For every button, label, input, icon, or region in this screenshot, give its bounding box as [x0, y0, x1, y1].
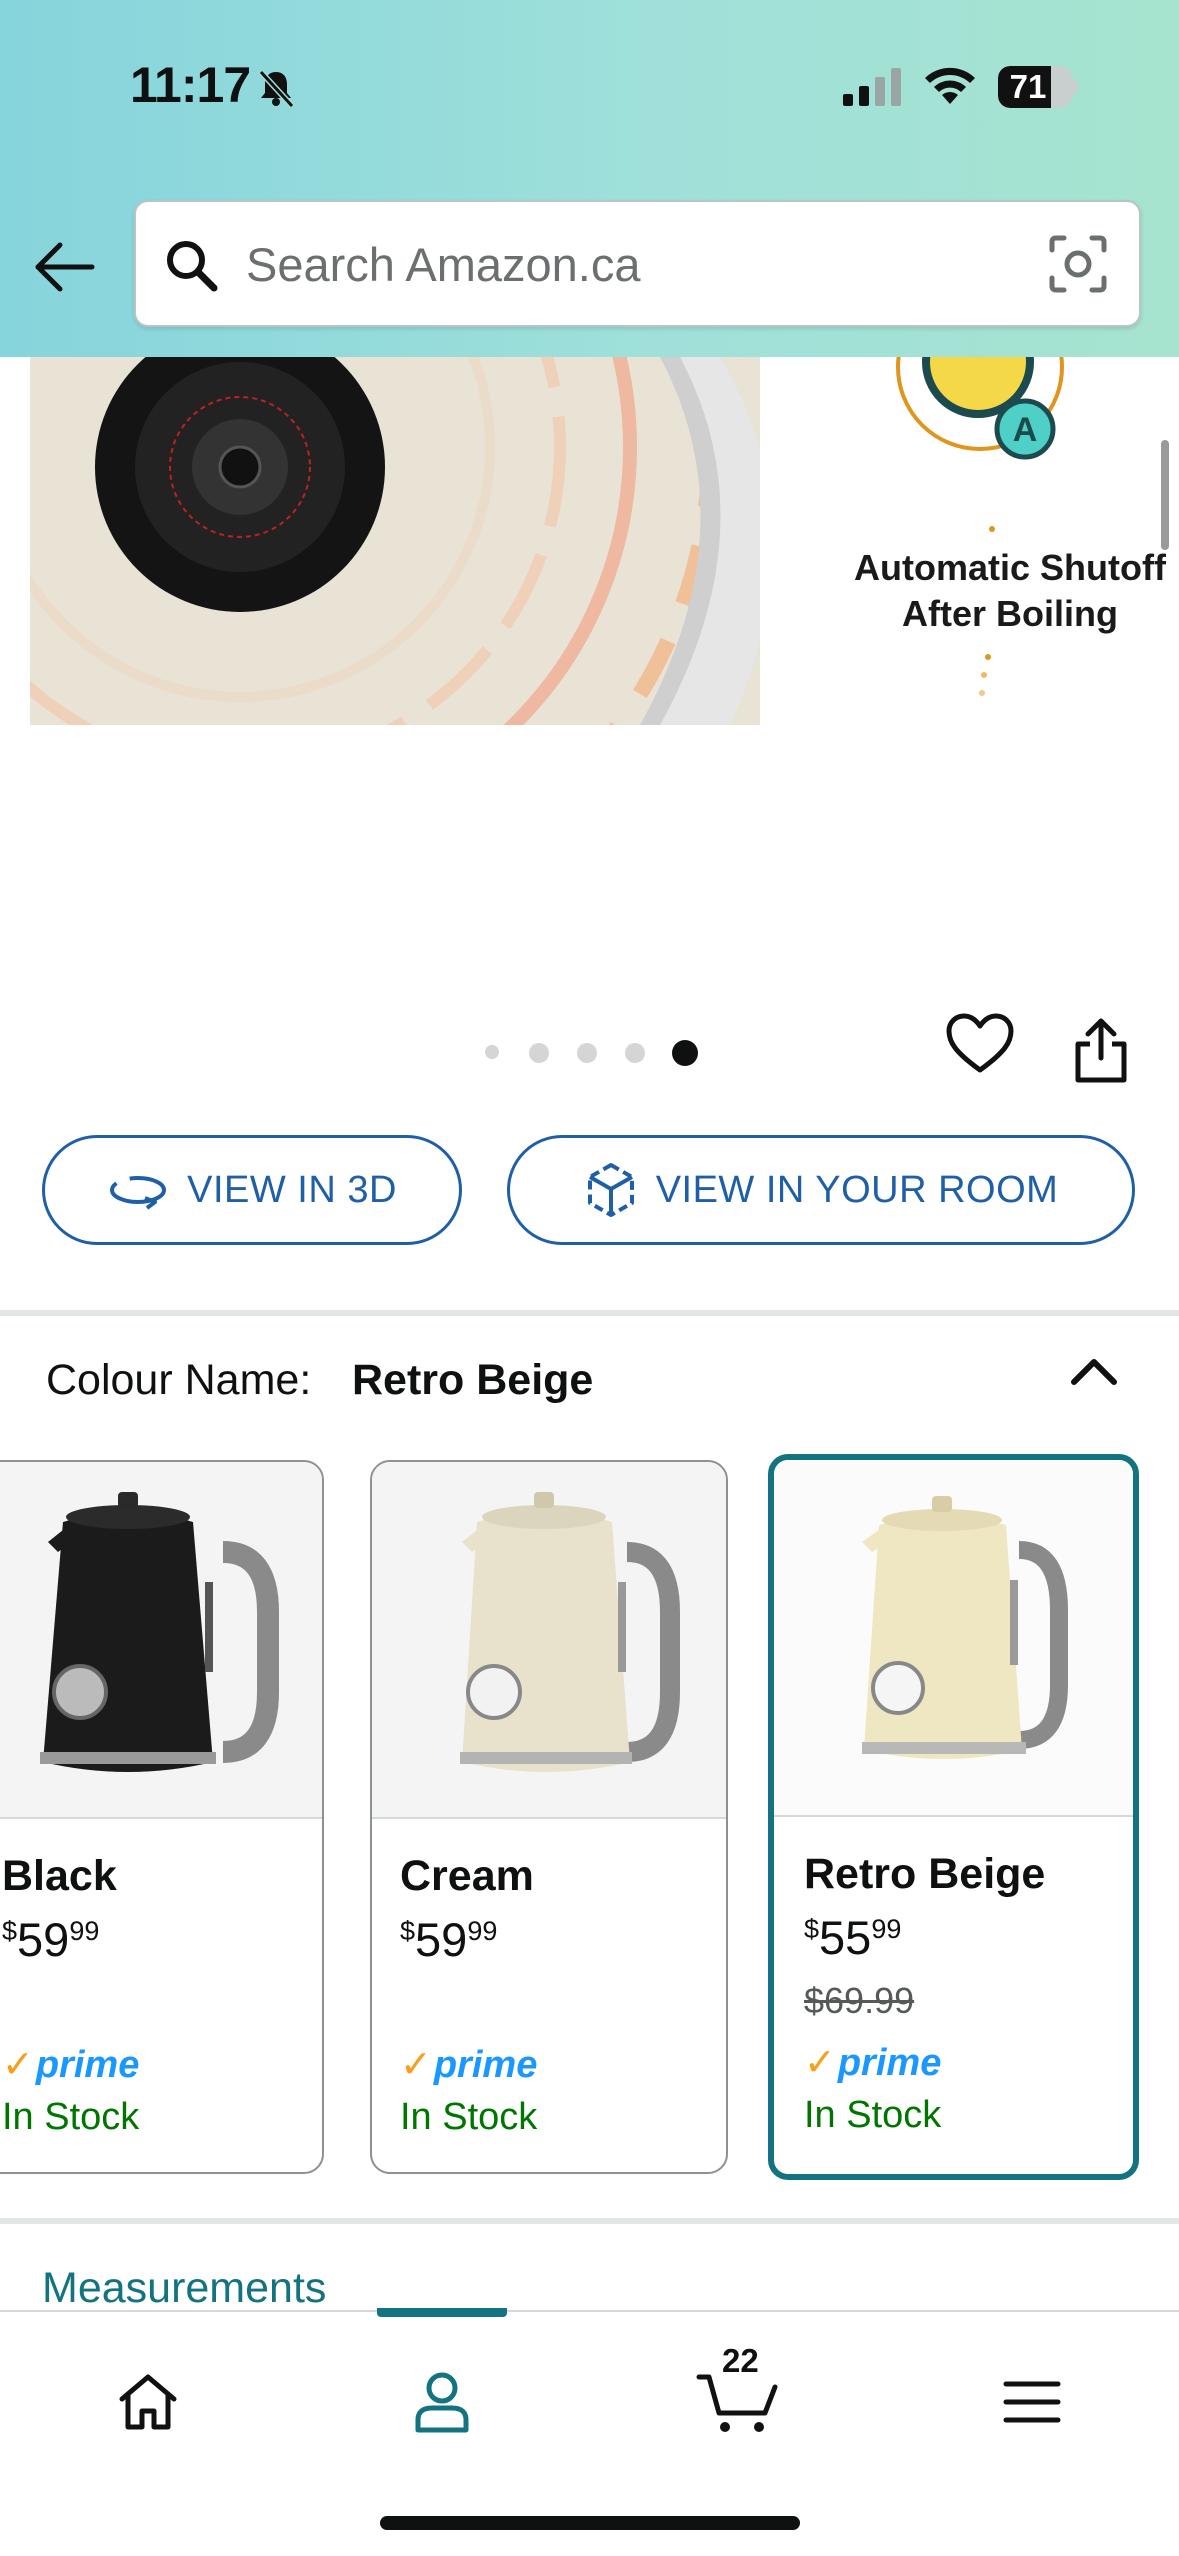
section-divider — [0, 2218, 1179, 2224]
view-in-3d-label: VIEW IN 3D — [187, 1168, 397, 1211]
list-price: $69.99 — [804, 1980, 915, 2021]
menu-icon — [1003, 2381, 1061, 2423]
search-input[interactable] — [246, 224, 1026, 304]
top-bar: 11:17 71 — [0, 0, 1179, 357]
cellular-signal-icon — [843, 68, 901, 106]
colour-option-black[interactable]: Black $5999 ✓prime In Stock — [0, 1460, 324, 2174]
nav-home[interactable] — [78, 2352, 218, 2452]
kettle-base-photo: A — [30, 357, 1179, 725]
carousel-dot[interactable] — [625, 1043, 645, 1063]
colour-option-cream[interactable]: Cream $5999 ✓prime In Stock — [370, 1460, 728, 2174]
status-time: 11:17 — [130, 57, 251, 113]
nav-account[interactable] — [372, 2352, 512, 2452]
rotate-3d-icon — [110, 1176, 167, 1210]
chevron-up-icon[interactable] — [1068, 1354, 1120, 1390]
battery-level: 71 — [1009, 68, 1047, 105]
colour-name-label: Colour Name: — [46, 1356, 312, 1404]
view-in-your-room-button[interactable]: VIEW IN YOUR ROOM — [507, 1135, 1135, 1245]
home-indicator[interactable] — [380, 2516, 800, 2530]
share-icon[interactable] — [1068, 1016, 1134, 1086]
image-caption: Automatic Shutoff After Boiling — [854, 547, 1166, 634]
view-in-your-room-label: VIEW IN YOUR ROOM — [655, 1168, 1059, 1211]
view-in-3d-button[interactable]: VIEW IN 3D — [42, 1135, 462, 1245]
search-bar[interactable] — [134, 200, 1141, 327]
swatch-name: Black — [2, 1852, 117, 1900]
account-icon — [415, 2372, 469, 2433]
prime-badge: ✓prime — [804, 2042, 942, 2084]
home-icon — [119, 2374, 177, 2430]
scrollbar[interactable] — [1161, 440, 1169, 550]
carousel-dot-active[interactable] — [672, 1040, 698, 1066]
swatch-name: Retro Beige — [804, 1850, 1046, 1898]
back-arrow-icon[interactable] — [30, 232, 100, 302]
swatch-price: $5999 — [400, 1913, 498, 1966]
swatch-price: $5999 — [2, 1913, 100, 1966]
product-image[interactable]: A Automatic Shutoff After Boiling — [30, 357, 1179, 725]
stock-status: In Stock — [2, 2096, 140, 2138]
measurements-link[interactable]: Measurements — [42, 2264, 326, 2313]
swatch-image — [774, 1460, 1133, 1817]
heart-icon[interactable] — [945, 1012, 1015, 1076]
battery-indicator: 71 — [998, 66, 1078, 108]
stock-status: In Stock — [804, 2094, 942, 2136]
swatch-image — [0, 1462, 322, 1819]
colour-name-value: Retro Beige — [352, 1356, 594, 1404]
cart-count-badge: 22 — [722, 2342, 759, 2379]
stock-status: In Stock — [400, 2096, 538, 2138]
nav-menu[interactable] — [962, 2352, 1102, 2452]
camera-lens-icon[interactable] — [1046, 232, 1110, 296]
swatch-name: Cream — [400, 1852, 534, 1900]
carousel-dot[interactable] — [485, 1045, 499, 1059]
active-tab-indicator — [377, 2308, 507, 2317]
swatch-price: $5599 — [804, 1911, 902, 1964]
carousel-dot[interactable] — [529, 1043, 549, 1063]
swatch-image — [372, 1462, 726, 1819]
ar-cube-icon — [587, 1163, 634, 1217]
section-divider — [0, 1310, 1179, 1316]
search-icon — [167, 241, 218, 292]
svg-text:A: A — [1013, 411, 1038, 449]
bell-slash-icon — [258, 69, 295, 109]
prime-badge: ✓prime — [2, 2044, 140, 2086]
wifi-icon — [925, 67, 975, 104]
carousel-dot[interactable] — [577, 1043, 597, 1063]
colour-option-retro-beige[interactable]: Retro Beige $5599 $69.99 ✓prime In Stock — [768, 1454, 1139, 2180]
prime-badge: ✓prime — [400, 2044, 538, 2086]
